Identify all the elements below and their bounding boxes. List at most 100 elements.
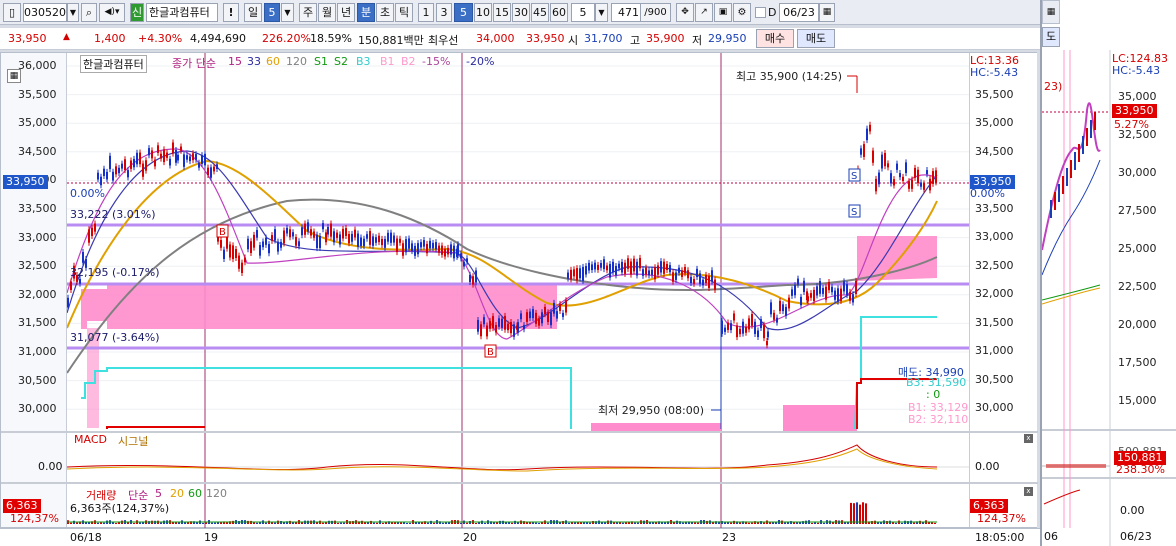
candle-body — [837, 288, 839, 302]
volume-bar — [739, 522, 741, 524]
interval-30-button[interactable]: 30 — [512, 3, 530, 22]
save-icon[interactable]: ▣ — [714, 3, 732, 22]
open-price: 31,700 — [584, 32, 623, 45]
candle-body — [139, 152, 141, 165]
candle-body — [803, 280, 805, 293]
period-number[interactable]: 5 — [264, 3, 280, 22]
d-checkbox[interactable] — [755, 7, 766, 18]
volume-bar — [697, 522, 699, 524]
mini-candle — [1074, 152, 1076, 170]
code-dropdown-icon[interactable]: ▼ — [67, 3, 79, 22]
cloud-block — [783, 405, 857, 431]
bars-shown-input[interactable]: 471 — [611, 3, 641, 22]
candle-body — [831, 286, 833, 293]
volume-bar — [934, 522, 936, 524]
volume-bar — [97, 522, 99, 524]
candle-body — [402, 243, 404, 256]
candle-body — [357, 233, 359, 247]
candle-body — [681, 270, 683, 277]
candle-body — [612, 261, 614, 273]
candle-body — [183, 154, 185, 167]
chart-type-icon[interactable]: ▯ — [3, 3, 21, 22]
candle-body — [160, 153, 162, 159]
s-line — [106, 426, 205, 429]
stock-code-input[interactable]: 030520 — [23, 3, 67, 22]
candle-body — [345, 228, 347, 236]
candle-body — [767, 331, 769, 338]
volume-bar — [484, 522, 486, 524]
draw-tool-icon[interactable]: ↗ — [695, 3, 713, 22]
period-day-button[interactable]: 일 — [244, 3, 262, 22]
calendar-icon[interactable]: ▦ — [819, 3, 835, 22]
volume-bar — [103, 522, 105, 524]
date-input[interactable]: 06/23 — [779, 3, 819, 22]
year-button[interactable]: 년 — [337, 3, 355, 22]
candle-body — [435, 242, 437, 250]
mini-candle — [1086, 128, 1088, 146]
candle-body — [366, 234, 368, 239]
candle-body — [657, 265, 659, 275]
tick-button[interactable]: 틱 — [395, 3, 413, 22]
month-button[interactable]: 월 — [318, 3, 336, 22]
candle-body — [247, 238, 249, 250]
stock-name-field[interactable]: 한글과컴퓨터 — [146, 3, 218, 22]
sound-icon[interactable]: ◀)▾ — [99, 3, 125, 22]
count-dropdown-icon[interactable]: ▼ — [595, 3, 608, 22]
gear-icon[interactable]: ⚙ — [733, 3, 751, 22]
macd-zero-left: 0.00 — [38, 460, 63, 473]
mini-chart[interactable]: ▦ 도 LC:124.83 HC:-5.43 23) 33,950 5.27% … — [1040, 0, 1176, 546]
candle-body — [475, 270, 477, 283]
count-input[interactable]: 5 — [571, 3, 595, 22]
candle-body — [363, 238, 365, 247]
volume-bar — [592, 521, 594, 524]
candle-body — [405, 239, 407, 253]
alert-icon[interactable]: ! — [223, 3, 239, 22]
volume-bar — [202, 522, 204, 524]
y-tick-label: 32,500 — [18, 259, 57, 273]
search-icon[interactable]: ⌕ — [81, 3, 97, 22]
plot-area[interactable]: B B S S — [67, 53, 969, 529]
chart-window: ▯ 030520 ▼ ⌕ ◀)▾ 신 한글과컴퓨터 ! 일 5 ▼ 주 월 년 … — [0, 0, 1176, 546]
buy-button[interactable]: 매수 — [756, 29, 794, 48]
minute-button[interactable]: 분 — [357, 3, 375, 22]
interval-60-button[interactable]: 60 — [550, 3, 568, 22]
week-button[interactable]: 주 — [299, 3, 317, 22]
candle-body — [163, 149, 165, 163]
interval-45-button[interactable]: 45 — [531, 3, 549, 22]
candle-body — [172, 142, 174, 154]
volume-bar — [256, 522, 258, 524]
candle-body — [822, 287, 824, 294]
candle-body — [926, 170, 928, 175]
y-tick-label-right: 35,500 — [975, 88, 1014, 101]
zero-pct-right: 0.00% — [970, 187, 1005, 200]
candle-body — [724, 327, 726, 332]
interval-5-button[interactable]: 5 — [454, 3, 473, 22]
b3-label: B3 — [356, 55, 371, 68]
sell-button[interactable]: 매도 — [797, 29, 835, 48]
candle-body — [226, 235, 228, 249]
close-icon[interactable]: x — [1024, 487, 1033, 496]
candle-body — [642, 269, 644, 276]
ask-price: 34,000 — [476, 32, 515, 45]
interval-3-button[interactable]: 3 — [436, 3, 452, 22]
chart-area[interactable]: ▦ BBSS — [0, 52, 1038, 529]
candle-body — [523, 325, 525, 330]
interval-1-button[interactable]: 1 — [418, 3, 434, 22]
interval-15-button[interactable]: 15 — [493, 3, 511, 22]
mini-y-tick: 27,500 — [1118, 204, 1157, 217]
volume-bar — [214, 522, 216, 524]
volume-bar — [100, 522, 102, 524]
period-dropdown-icon[interactable]: ▼ — [281, 3, 294, 22]
candle-body — [192, 153, 194, 161]
crosshair-icon[interactable]: ✥ — [676, 3, 694, 22]
legend-name[interactable]: 한글과컴퓨터 — [80, 55, 147, 73]
candle-body — [94, 223, 96, 232]
candle-body — [782, 304, 784, 312]
candle-body — [813, 289, 815, 302]
close-icon[interactable]: x — [1024, 434, 1033, 443]
candle-body — [235, 248, 237, 258]
interval-10-button[interactable]: 10 — [474, 3, 492, 22]
candle-body — [535, 312, 537, 324]
candle-body — [846, 284, 848, 296]
second-button[interactable]: 초 — [376, 3, 394, 22]
